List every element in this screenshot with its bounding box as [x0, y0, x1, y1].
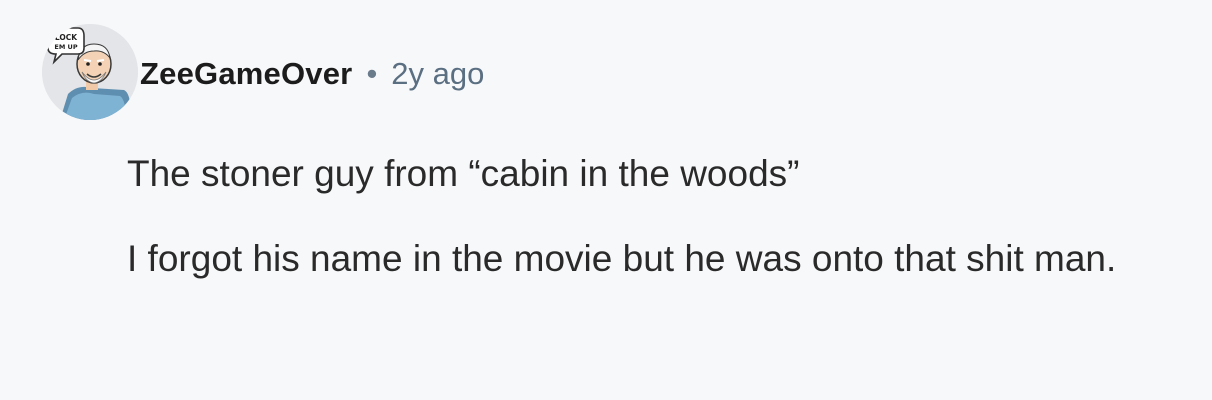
user-avatar[interactable]: LOCK EM UP — [42, 24, 138, 120]
comment-body: The stoner guy from “cabin in the woods”… — [127, 148, 1167, 318]
username-link[interactable]: ZeeGameOver — [140, 56, 352, 92]
comment-paragraph: I forgot his name in the movie but he wa… — [127, 238, 1117, 279]
svg-text:LOCK: LOCK — [55, 33, 78, 42]
separator-dot: • — [366, 56, 378, 91]
timestamp[interactable]: 2y ago — [391, 56, 484, 92]
comment-header: ZeeGameOver • 2y ago — [140, 50, 484, 98]
svg-text:EM UP: EM UP — [54, 43, 77, 51]
comment-paragraph: The stoner guy from “cabin in the woods” — [127, 153, 800, 194]
old-man-avatar-icon: LOCK EM UP — [42, 24, 138, 120]
comment: LOCK EM UP ZeeGameOver • 2y ago The ston… — [0, 0, 1212, 400]
